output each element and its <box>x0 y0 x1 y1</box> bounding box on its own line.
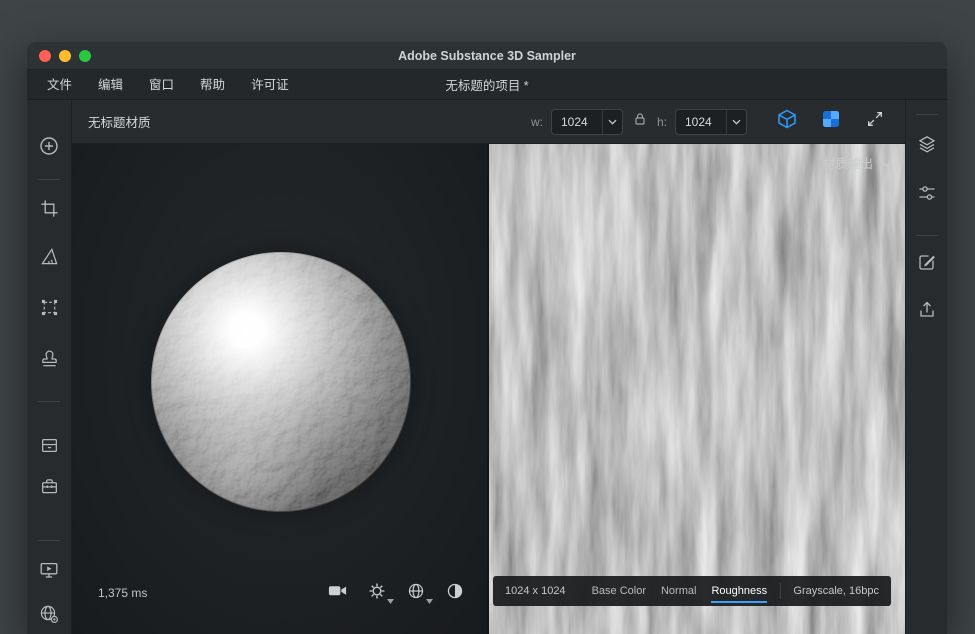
material-preview-sphere <box>151 252 411 512</box>
chevron-down-icon <box>726 110 746 134</box>
compose-icon <box>917 252 937 277</box>
viewport-3d-toolbar <box>327 580 465 606</box>
center-column: 无标题材质 w: 1024 h: 1024 <box>72 100 905 634</box>
straighten-tool-button[interactable] <box>37 247 61 271</box>
drawer-icon <box>40 436 59 460</box>
properties-panel-button[interactable] <box>915 183 939 207</box>
expand-icon <box>866 110 884 133</box>
screen-share-tool-button[interactable] <box>37 560 61 584</box>
export-panel-button[interactable] <box>915 300 939 324</box>
viewport-row: 1,375 ms <box>72 144 905 634</box>
titlebar: Adobe Substance 3D Sampler <box>27 42 947 70</box>
menu-window[interactable]: 窗口 <box>136 70 187 100</box>
height-label: h: <box>657 115 667 129</box>
sidebar-divider <box>38 540 60 541</box>
fullscreen-toggle[interactable] <box>863 110 887 134</box>
window-title: Adobe Substance 3D Sampler <box>27 49 947 63</box>
dropdown-caret-icon <box>426 591 433 609</box>
chevron-down-icon <box>602 110 622 134</box>
screen-share-icon <box>39 560 59 585</box>
crop-tool-button[interactable] <box>37 199 61 223</box>
toolbox-tool-button[interactable] <box>37 477 61 501</box>
view-3d-toggle[interactable] <box>775 110 799 134</box>
menubar: 文件 编辑 窗口 帮助 许可证 无标题的项目 * <box>27 70 947 100</box>
environment-gear-icon <box>367 581 387 606</box>
main-area: 无标题材质 w: 1024 h: 1024 <box>27 100 947 634</box>
crop-icon <box>40 199 59 223</box>
width-value: 1024 <box>552 115 602 129</box>
channel-tab-base-color[interactable]: Base Color <box>592 576 646 606</box>
material-name: 无标题材质 <box>88 112 151 131</box>
camera-button[interactable] <box>327 580 348 606</box>
add-icon <box>39 136 59 161</box>
sliders-icon <box>917 183 937 208</box>
export-icon <box>917 300 937 325</box>
right-toolbar <box>905 100 947 634</box>
material-output-dropdown[interactable]: 材质输出 <box>823 153 891 172</box>
project-title: 无标题的项目 * <box>445 75 528 94</box>
channel-tab-normal[interactable]: Normal <box>661 576 696 606</box>
menu-license[interactable]: 许可证 <box>238 70 302 100</box>
stamp-icon <box>40 350 59 374</box>
layers-icon <box>917 134 937 159</box>
roughness-texture <box>489 144 905 634</box>
height-select[interactable]: 1024 <box>675 109 747 135</box>
format-label: Grayscale, 16bpc <box>793 585 879 597</box>
left-toolbar <box>27 100 72 634</box>
sidebar-divider <box>38 179 60 180</box>
navigation-globe-icon <box>406 581 426 606</box>
drawer-tool-button[interactable] <box>37 436 61 460</box>
compose-panel-button[interactable] <box>915 252 939 276</box>
menu-edit[interactable]: 编辑 <box>85 70 136 100</box>
traffic-lights <box>27 50 91 62</box>
stamp-tool-button[interactable] <box>37 350 61 374</box>
straighten-icon <box>40 247 59 271</box>
sidebar-divider <box>916 114 938 115</box>
add-tool-button[interactable] <box>37 136 61 160</box>
sidebar-divider <box>916 235 938 236</box>
zoom-button[interactable] <box>79 50 91 62</box>
transform-icon <box>40 298 59 322</box>
render-time: 1,375 ms <box>98 586 147 600</box>
menu-help[interactable]: 帮助 <box>187 70 238 100</box>
toolbox-icon <box>40 477 59 501</box>
viewport-3d[interactable]: 1,375 ms <box>72 144 487 634</box>
close-button[interactable] <box>39 50 51 62</box>
menu-file[interactable]: 文件 <box>34 70 85 100</box>
toolbar: 无标题材质 w: 1024 h: 1024 <box>72 100 905 144</box>
app-window: Adobe Substance 3D Sampler 文件 编辑 窗口 帮助 许… <box>27 42 947 634</box>
width-label: w: <box>531 115 543 129</box>
sphere-bump-texture <box>151 252 411 512</box>
transform-tool-button[interactable] <box>37 298 61 322</box>
lock-icon <box>633 112 647 131</box>
chevron-down-icon <box>881 156 891 170</box>
dropdown-caret-icon <box>387 591 394 609</box>
sidebar-divider <box>38 401 60 402</box>
navigation-button[interactable] <box>406 581 426 606</box>
aspect-lock-button[interactable] <box>631 112 649 131</box>
view-toggles <box>775 110 887 134</box>
web-gear-icon <box>39 604 59 629</box>
environment-button[interactable] <box>367 581 387 606</box>
exposure-button[interactable] <box>445 581 465 606</box>
material-output-label: 材质输出 <box>823 153 873 172</box>
bar-divider <box>780 583 781 599</box>
size-controls: w: 1024 h: 1024 <box>531 109 747 135</box>
viewport-2d[interactable]: 材质输出 1024 x 1024 Base Color Normal Rough… <box>489 144 905 634</box>
view-2d-toggle[interactable] <box>819 110 843 134</box>
channel-tabs: Base Color Normal Roughness M <box>592 576 769 606</box>
camera-icon <box>327 580 348 606</box>
desktop: { "window": { "title": "Adobe Substance … <box>0 0 975 634</box>
channel-bar: 1024 x 1024 Base Color Normal Roughness … <box>493 576 891 606</box>
web-resources-tool-button[interactable] <box>37 604 61 628</box>
minimize-button[interactable] <box>59 50 71 62</box>
width-select[interactable]: 1024 <box>551 109 623 135</box>
resolution-label: 1024 x 1024 <box>505 585 566 597</box>
view-2d-split-icon <box>820 108 842 135</box>
layers-panel-button[interactable] <box>915 134 939 158</box>
channel-tab-roughness[interactable]: Roughness <box>711 576 767 606</box>
height-value: 1024 <box>676 115 726 129</box>
view-3d-cube-icon <box>776 108 798 135</box>
exposure-icon <box>445 581 465 606</box>
